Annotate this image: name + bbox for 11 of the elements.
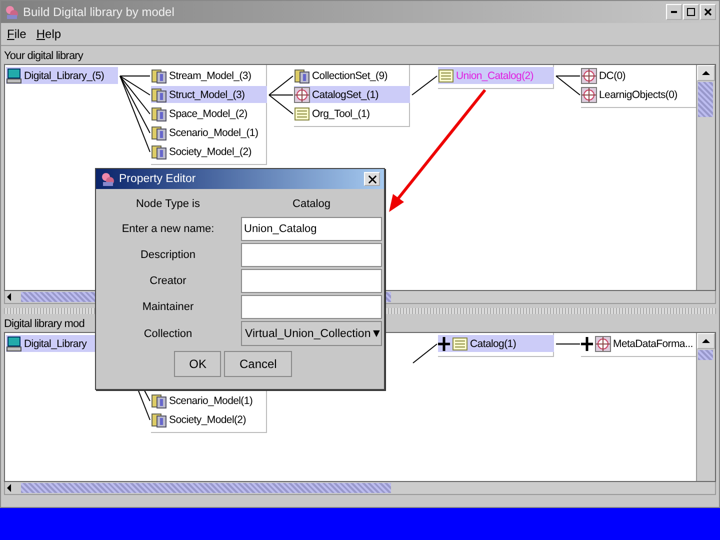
field-label: Maintainer: [141, 301, 195, 313]
field-label: Creator: [148, 275, 188, 287]
field-label: Description: [139, 249, 197, 261]
field-label: Enter a new name:: [120, 223, 216, 235]
dialog-title: Property Editor: [119, 173, 197, 185]
window-title: Build Digital library by model: [23, 5, 176, 19]
field-label: Node Type is: [134, 198, 201, 210]
pane-title: Your digital library: [4, 49, 84, 64]
pane-title: Digital library mod: [4, 317, 86, 332]
field-label: Collection: [142, 328, 194, 340]
node-type-value: Catalog: [292, 197, 332, 212]
